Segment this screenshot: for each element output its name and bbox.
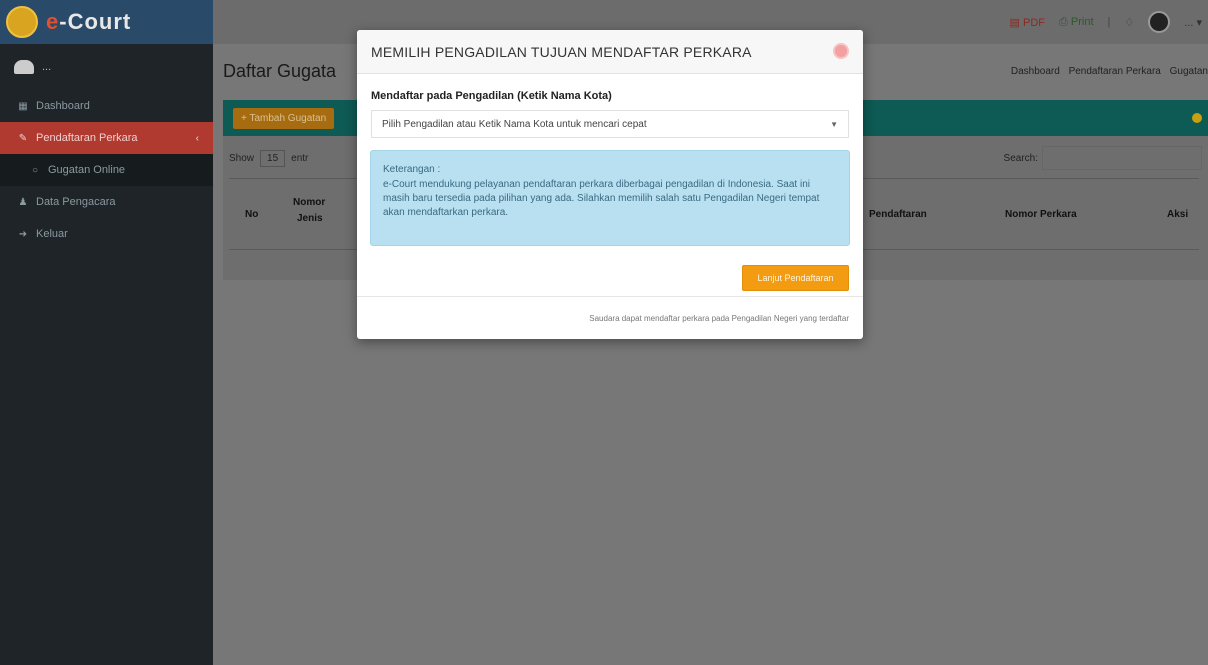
breadcrumb-gugatan: Gugatan: [1169, 66, 1208, 77]
user-avatar[interactable]: [1148, 11, 1171, 33]
search-input[interactable]: [1042, 146, 1202, 170]
user-menu[interactable]: ... ▾: [1184, 16, 1202, 29]
footer-note: Saudara dapat mendaftar perkara pada Pen…: [589, 313, 849, 323]
col-aksi: Aksi: [1167, 209, 1189, 220]
logo-bar: e-Court: [0, 0, 213, 44]
info-alert: Keterangan : e-Court mendukung pelayanan…: [370, 150, 850, 246]
col-nomor[interactable]: Nomor: [293, 197, 325, 208]
modal-title: MEMILIH PENGADILAN TUJUAN MENDAFTAR PERK…: [371, 43, 752, 60]
sidebar-item-gugatan-online[interactable]: ○ Gugatan Online: [0, 154, 213, 186]
print-button[interactable]: ⎙ Print: [1059, 16, 1094, 29]
modal-footer: Saudara dapat mendaftar perkara pada Pen…: [357, 296, 863, 339]
alert-text: e-Court mendukung pelayanan pendaftaran …: [383, 179, 820, 218]
chevron-left-icon: ‹: [195, 132, 199, 144]
sidebar-item-keluar[interactable]: ➜ Keluar: [0, 218, 213, 250]
col-jenis[interactable]: Jenis: [297, 213, 323, 224]
user-icon: ♟: [18, 196, 28, 208]
close-icon[interactable]: [833, 43, 849, 59]
sidebar-item-data-pengacara[interactable]: ♟ Data Pengacara: [0, 186, 213, 218]
sidebar-user[interactable]: ...: [0, 44, 213, 90]
continue-registration-button[interactable]: Lanjut Pendaftaran: [742, 265, 849, 291]
court-emblem-icon: [6, 6, 38, 38]
circle-icon: ○: [31, 164, 39, 176]
table-search: Search:: [1004, 146, 1202, 170]
dashboard-icon: ▦: [18, 100, 28, 112]
signout-icon: ➜: [18, 228, 28, 240]
sidebar-item-dashboard[interactable]: ▦ Dashboard: [0, 90, 213, 122]
pdf-icon: ▤: [1009, 16, 1020, 29]
breadcrumb-dashboard[interactable]: Dashboard: [1011, 66, 1060, 77]
court-field-label: Mendaftar pada Pengadilan (Ketik Nama Ko…: [371, 90, 612, 102]
modal-header: MEMILIH PENGADILAN TUJUAN MENDAFTAR PERK…: [357, 30, 863, 74]
panel-toggle-icon[interactable]: [1192, 113, 1202, 123]
pdf-button[interactable]: ▤ PDF: [1010, 16, 1045, 29]
col-nomor-perkara[interactable]: Nomor Perkara: [1005, 209, 1077, 220]
print-icon: ⎙: [1059, 15, 1068, 28]
breadcrumb-pendaftaran[interactable]: Pendaftaran Perkara: [1069, 66, 1161, 77]
user-avatar-icon: [14, 60, 34, 74]
col-pendaftaran[interactable]: Pendaftaran: [869, 209, 927, 220]
bell-icon[interactable]: ♢: [1124, 16, 1134, 29]
col-no[interactable]: No: [245, 209, 258, 220]
user-name: ...: [42, 61, 52, 73]
alert-title: Keterangan :: [383, 164, 441, 175]
court-select[interactable]: Pilih Pengadilan atau Ketik Nama Kota un…: [371, 110, 849, 138]
chevron-down-icon: ▼: [830, 120, 838, 129]
edit-icon: ✎: [18, 132, 28, 144]
breadcrumb: Dashboard Pendaftaran Perkara Gugatan: [1005, 66, 1208, 77]
add-gugatan-button[interactable]: + Tambah Gugatan: [233, 107, 335, 129]
show-entries-select[interactable]: 15: [260, 150, 286, 167]
show-entries: Show 15 entr: [229, 150, 308, 167]
sidebar-item-pendaftaran-perkara[interactable]: ✎ Pendaftaran Perkara ‹: [0, 122, 213, 154]
app-logo[interactable]: e-Court: [46, 9, 131, 35]
page-title: Daftar Gugata: [223, 60, 337, 81]
select-court-modal: MEMILIH PENGADILAN TUJUAN MENDAFTAR PERK…: [357, 30, 863, 339]
sidebar: e-Court ... ▦ Dashboard ✎ Pendaftaran Pe…: [0, 0, 213, 665]
separator: |: [1107, 16, 1111, 28]
